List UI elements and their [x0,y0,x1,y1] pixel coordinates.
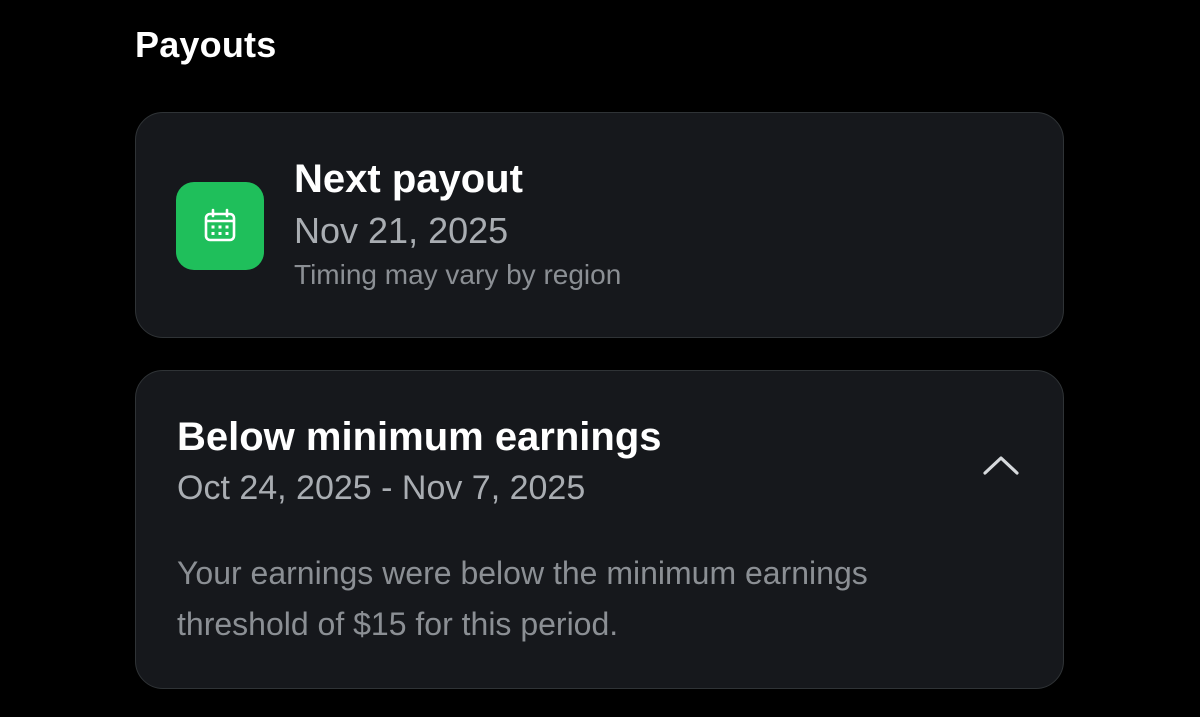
chevron-up-icon [983,456,1019,475]
next-payout-card: Next payout Nov 21, 2025 Timing may vary… [135,112,1064,338]
calendar-icon [176,182,264,270]
next-payout-date: Nov 21, 2025 [294,210,509,251]
below-minimum-description: Your earnings were below the minimum ear… [177,555,868,642]
page-title: Payouts [135,24,277,65]
below-minimum-date-range: Oct 24, 2025 - Nov 7, 2025 [177,469,586,507]
below-minimum-card[interactable]: Below minimum earnings Oct 24, 2025 - No… [135,370,1064,689]
below-minimum-title: Below minimum earnings [177,415,662,459]
next-payout-title: Next payout [294,157,523,201]
next-payout-note: Timing may vary by region [294,259,622,290]
collapse-button[interactable] [976,443,1026,487]
